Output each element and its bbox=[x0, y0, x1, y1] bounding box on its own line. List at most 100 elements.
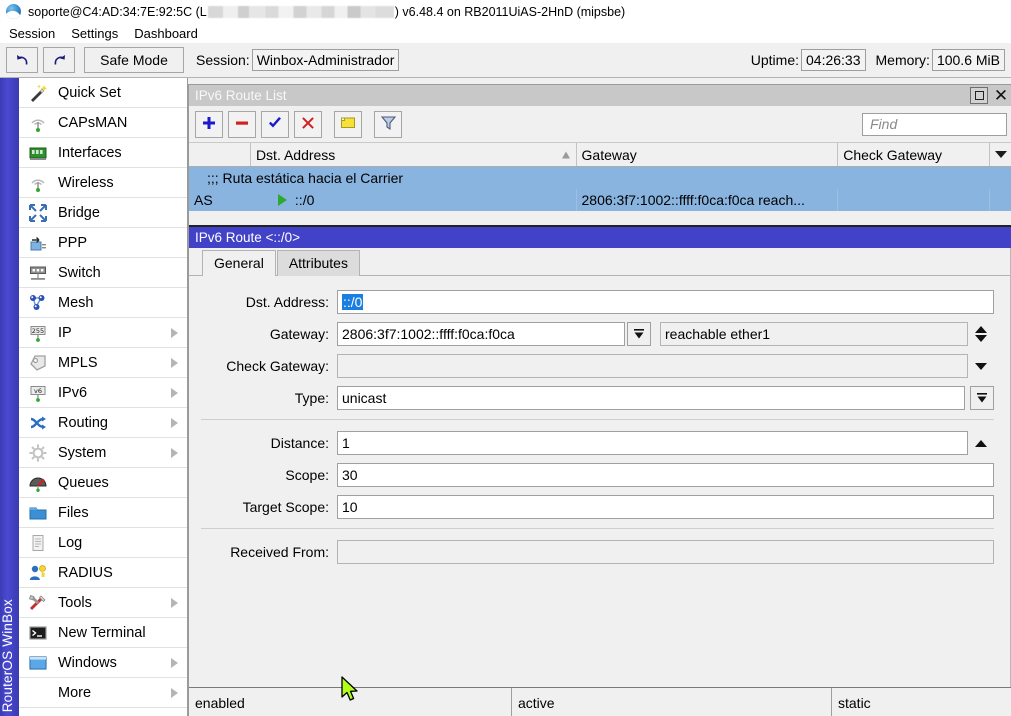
close-icon[interactable]: ✕ bbox=[991, 85, 1011, 106]
disable-button[interactable] bbox=[294, 111, 322, 138]
sidebar-item-tools[interactable]: Tools bbox=[19, 588, 187, 618]
menu-settings[interactable]: Settings bbox=[64, 25, 125, 42]
column-header-dst-address[interactable]: Dst. Address bbox=[251, 143, 577, 166]
session-value: Winbox-Administrador bbox=[252, 49, 400, 71]
sidebar-item-mesh[interactable]: Mesh bbox=[19, 288, 187, 318]
sidebar-item-label: RADIUS bbox=[58, 565, 113, 581]
sidebar-item-wireless[interactable]: Wireless bbox=[19, 168, 187, 198]
enable-button[interactable] bbox=[261, 111, 289, 138]
sidebar-item-files[interactable]: Files bbox=[19, 498, 187, 528]
column-chooser-button[interactable] bbox=[990, 143, 1011, 166]
log-icon bbox=[27, 532, 49, 554]
tab-attributes[interactable]: Attributes bbox=[277, 250, 360, 276]
chevron-right-icon bbox=[171, 328, 178, 338]
window-title: soporte@C4:AD:34:7E:92:5C (L ) v6.48.4 on… bbox=[28, 5, 625, 19]
sidebar-item-more[interactable]: More bbox=[19, 678, 187, 708]
dialog-body: General Attributes Dst. Address: ::/0 Ga… bbox=[189, 248, 1011, 716]
chevron-right-icon bbox=[171, 448, 178, 458]
column-header-check-gateway[interactable]: Check Gateway bbox=[838, 143, 990, 166]
route-dst-address: ::/0 bbox=[251, 189, 577, 211]
sidebar-item-label: Mesh bbox=[58, 295, 93, 311]
type-dropdown-button[interactable] bbox=[970, 386, 994, 410]
distance-input[interactable]: 1 bbox=[337, 431, 968, 455]
menu-dashboard[interactable]: Dashboard bbox=[127, 25, 205, 42]
sidebar-item-quick-set[interactable]: Quick Set bbox=[19, 78, 187, 108]
sidebar-item-switch[interactable]: Switch bbox=[19, 258, 187, 288]
redo-button[interactable] bbox=[43, 47, 75, 73]
find-input[interactable]: Find bbox=[862, 113, 1007, 136]
sidebar-item-routing[interactable]: Routing bbox=[19, 408, 187, 438]
form-divider bbox=[201, 528, 994, 529]
filter-button[interactable] bbox=[374, 111, 402, 138]
scope-input[interactable]: 30 bbox=[337, 463, 994, 487]
distance-spinner[interactable] bbox=[968, 440, 994, 447]
target-scope-label: Target Scope: bbox=[189, 499, 337, 515]
sidebar-item-windows[interactable]: Windows bbox=[19, 648, 187, 678]
undo-button[interactable] bbox=[6, 47, 38, 73]
gateway-input[interactable]: 2806:3f7:1002::ffff:f0ca:f0ca bbox=[337, 322, 625, 346]
uptime-label: Uptime: bbox=[751, 52, 799, 68]
memory-label: Memory: bbox=[876, 52, 930, 68]
sidebar-item-ip[interactable]: 255 IP bbox=[19, 318, 187, 348]
type-label: Type: bbox=[189, 390, 337, 406]
sidebar-item-bridge[interactable]: Bridge bbox=[19, 198, 187, 228]
target-scope-input[interactable]: 10 bbox=[337, 495, 994, 519]
folder-icon bbox=[27, 502, 49, 524]
chevron-up-icon bbox=[975, 440, 987, 447]
sidebar-item-log[interactable]: Log bbox=[19, 528, 187, 558]
table-row[interactable]: ;;; Ruta estática hacia el Carrier bbox=[189, 167, 1011, 189]
sidebar-item-ipv6[interactable]: v6 IPv6 bbox=[19, 378, 187, 408]
route-comment-text: ;;; Ruta estática hacia el Carrier bbox=[189, 167, 403, 189]
column-header-flags[interactable] bbox=[189, 143, 251, 166]
routing-icon bbox=[27, 412, 49, 434]
gateway-label: Gateway: bbox=[189, 326, 337, 342]
sidebar-item-label: IPv6 bbox=[58, 385, 87, 401]
sidebar-brand-strip: RouterOS WinBox bbox=[0, 78, 19, 716]
check-gateway-label: Check Gateway: bbox=[189, 358, 337, 374]
status-badge: enabled bbox=[189, 688, 512, 716]
window-title-suffix: ) v6.48.4 on RB2011UiAS-2HnD (mipsbe) bbox=[395, 5, 625, 19]
gateway-spinner[interactable] bbox=[968, 326, 994, 342]
form-row-dst-address: Dst. Address: ::/0 bbox=[189, 290, 1010, 314]
window-title-prefix: soporte@C4:AD:34:7E:92:5C (L bbox=[28, 5, 207, 19]
ipv6-route-list-window: IPv6 Route List ✕ bbox=[188, 84, 1011, 716]
window-titlebar: soporte@C4:AD:34:7E:92:5C (L ) v6.48.4 on… bbox=[0, 0, 1011, 23]
type-input[interactable]: unicast bbox=[337, 386, 965, 410]
uptime-value: 04:26:33 bbox=[801, 49, 866, 71]
gateway-dropdown-button[interactable] bbox=[627, 322, 651, 346]
bridge-icon bbox=[27, 202, 49, 224]
column-header-gateway[interactable]: Gateway bbox=[577, 143, 839, 166]
sidebar-item-mpls[interactable]: MPLS bbox=[19, 348, 187, 378]
check-gateway-dropdown[interactable] bbox=[968, 363, 994, 370]
dst-address-input[interactable]: ::/0 bbox=[337, 290, 994, 314]
sidebar-item-label: Tools bbox=[58, 595, 92, 611]
remove-button[interactable] bbox=[228, 111, 256, 138]
table-row[interactable]: AS ::/0 2806:3f7:1002::ffff:f0ca:f0ca re… bbox=[189, 189, 1011, 211]
sidebar-item-radius[interactable]: RADIUS bbox=[19, 558, 187, 588]
ppp-icon bbox=[27, 232, 49, 254]
maximize-icon[interactable] bbox=[970, 87, 988, 104]
application-menubar: Session Settings Dashboard bbox=[0, 23, 1011, 43]
magic-wand-icon bbox=[27, 82, 49, 104]
sidebar-item-ppp[interactable]: PPP bbox=[19, 228, 187, 258]
sidebar-item-queues[interactable]: Queues bbox=[19, 468, 187, 498]
route-form: Dst. Address: ::/0 Gateway: 2806:3f7:100… bbox=[189, 276, 1010, 564]
form-row-target-scope: Target Scope: 10 bbox=[189, 495, 1010, 519]
sidebar-item-interfaces[interactable]: Interfaces bbox=[19, 138, 187, 168]
received-from-input bbox=[337, 540, 994, 564]
sidebar-item-label: CAPsMAN bbox=[58, 115, 127, 131]
add-button[interactable] bbox=[195, 111, 223, 138]
sidebar-item-label: More bbox=[58, 685, 91, 701]
safe-mode-button[interactable]: Safe Mode bbox=[84, 47, 184, 73]
sidebar-item-system[interactable]: System bbox=[19, 438, 187, 468]
comment-button[interactable] bbox=[334, 111, 362, 138]
sidebar-item-capsman[interactable]: CAPsMAN bbox=[19, 108, 187, 138]
sidebar-item-label: IP bbox=[58, 325, 72, 341]
check-gateway-input[interactable] bbox=[337, 354, 968, 378]
tab-general[interactable]: General bbox=[202, 250, 276, 276]
terminal-icon bbox=[27, 622, 49, 644]
dst-address-value: ::/0 bbox=[342, 294, 363, 310]
menu-session[interactable]: Session bbox=[2, 25, 62, 42]
sidebar-item-new-terminal[interactable]: New Terminal bbox=[19, 618, 187, 648]
x-cross-icon bbox=[300, 115, 316, 134]
